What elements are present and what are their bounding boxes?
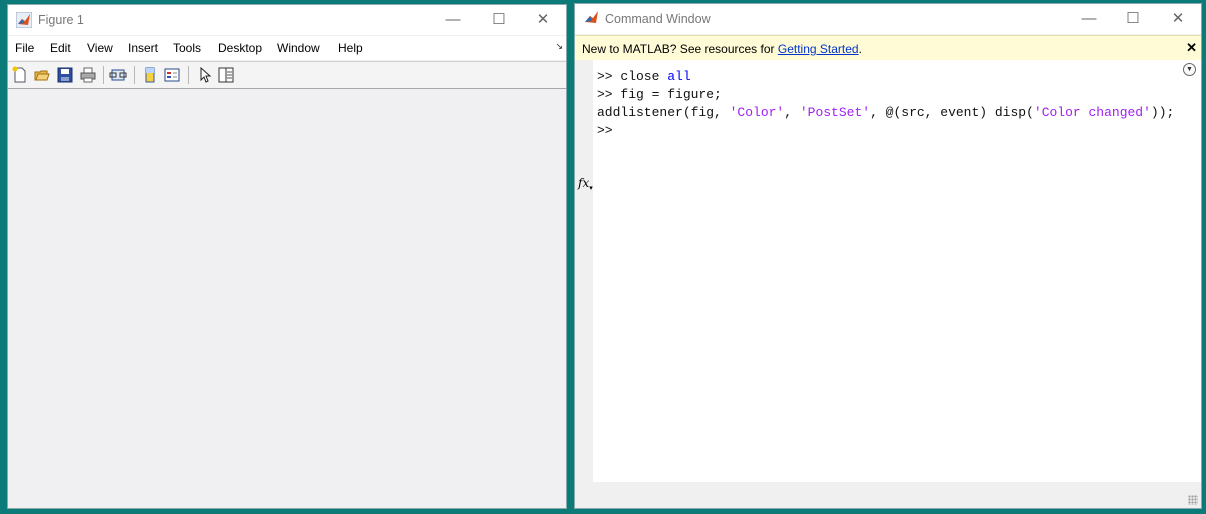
open-file-icon[interactable] [33, 66, 51, 84]
command-options-icon[interactable]: ▼ [1183, 63, 1196, 76]
resize-grip-icon[interactable] [1188, 495, 1198, 505]
edit-plot-icon[interactable] [196, 66, 214, 84]
figure-window: Figure 1 — ☐ ✕ File Edit View Insert Too… [7, 4, 567, 509]
command-gutter: fx▾ [575, 60, 593, 482]
getting-started-link[interactable]: Getting Started [778, 42, 859, 56]
maximize-button[interactable]: ☐ [1110, 4, 1156, 34]
matlab-logo-icon [16, 12, 32, 28]
console-line: >> close all [597, 69, 691, 84]
command-title: Command Window [605, 12, 711, 26]
toolbar-separator [103, 66, 104, 84]
command-console[interactable]: ▼ >> close all >> fig = figure; addliste… [593, 60, 1201, 482]
minimize-button[interactable]: — [430, 5, 476, 35]
link-plot-icon[interactable] [109, 66, 127, 84]
command-window: Command Window — ☐ ✕ New to MATLAB? See … [574, 3, 1202, 509]
figure-title: Figure 1 [38, 13, 84, 27]
figure-menubar: File Edit View Insert Tools Desktop Wind… [8, 36, 566, 60]
dock-arrow-icon[interactable]: ↘ [555, 41, 563, 52]
minimize-button[interactable]: — [1066, 4, 1112, 34]
toolbar-separator [134, 66, 135, 84]
getting-started-banner: New to MATLAB? See resources for Getting… [575, 35, 1201, 61]
banner-period: . [858, 42, 862, 56]
figure-canvas[interactable] [9, 89, 565, 507]
insert-colorbar-icon[interactable] [141, 66, 159, 84]
menu-desktop[interactable]: Desktop [218, 41, 262, 55]
toolbar-separator [188, 66, 189, 84]
banner-text: New to MATLAB? See resources for [582, 42, 778, 56]
console-line: >> fig = figure; [597, 87, 722, 102]
close-button[interactable]: ✕ [520, 5, 566, 35]
figure-titlebar[interactable]: Figure 1 — ☐ ✕ [8, 5, 566, 35]
command-prompt[interactable]: >> [597, 123, 613, 138]
maximize-button[interactable]: ☐ [476, 5, 522, 35]
property-inspector-icon[interactable] [217, 66, 235, 84]
menu-insert[interactable]: Insert [128, 41, 158, 55]
function-browser-icon[interactable]: fx▾ [578, 176, 593, 192]
menu-edit[interactable]: Edit [50, 41, 71, 55]
menu-help[interactable]: Help [338, 41, 363, 55]
save-icon[interactable] [56, 66, 74, 84]
banner-close-icon[interactable]: ✕ [1186, 40, 1197, 56]
command-titlebar[interactable]: Command Window — ☐ ✕ [575, 4, 1201, 34]
close-button[interactable]: ✕ [1155, 4, 1201, 34]
console-line: addlistener(fig, 'Color', 'PostSet', @(s… [597, 105, 1175, 120]
menu-view[interactable]: View [87, 41, 113, 55]
matlab-logo-icon [585, 11, 598, 23]
menu-window[interactable]: Window [277, 41, 320, 55]
new-figure-icon[interactable] [11, 66, 29, 84]
menu-tools[interactable]: Tools [173, 41, 201, 55]
print-icon[interactable] [79, 66, 97, 84]
figure-toolbar [8, 61, 566, 89]
menu-file[interactable]: File [15, 41, 34, 55]
insert-legend-icon[interactable] [163, 66, 181, 84]
